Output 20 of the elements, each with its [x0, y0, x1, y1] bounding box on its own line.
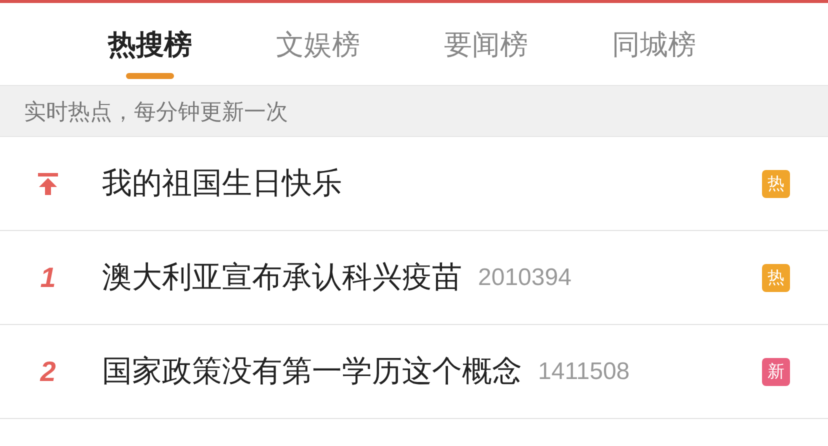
hot-search-row[interactable]: 我的祖国生日快乐 热: [0, 137, 828, 231]
search-count: 2010394: [478, 262, 572, 292]
hot-search-row[interactable]: 2 国家政策没有第一学历这个概念 1411508 新: [0, 325, 828, 419]
topic-title: 我的祖国生日快乐: [102, 166, 342, 202]
topic-title: 澳大利亚宣布承认科兴疫苗: [102, 260, 462, 296]
rank-number: 1: [40, 260, 56, 294]
hot-search-row[interactable]: 1 澳大利亚宣布承认科兴疫苗 2010394 热: [0, 231, 828, 325]
active-tab-indicator: [126, 73, 174, 79]
topic-badge: 热: [762, 264, 790, 292]
topic-badge: 新: [762, 358, 790, 386]
update-notice: 实时热点，每分钟更新一次: [24, 98, 288, 126]
rank-number: 2: [40, 354, 56, 388]
topic-title: 国家政策没有第一学历这个概念: [102, 354, 522, 390]
tab[interactable]: 要闻榜: [444, 27, 528, 63]
tab[interactable]: 同城榜: [612, 27, 696, 63]
pin-to-top-icon: [37, 172, 59, 196]
tab[interactable]: 文娱榜: [276, 27, 360, 63]
tab[interactable]: 热搜榜: [108, 27, 192, 63]
search-count: 1411508: [538, 356, 630, 386]
topic-badge: 热: [762, 170, 790, 198]
